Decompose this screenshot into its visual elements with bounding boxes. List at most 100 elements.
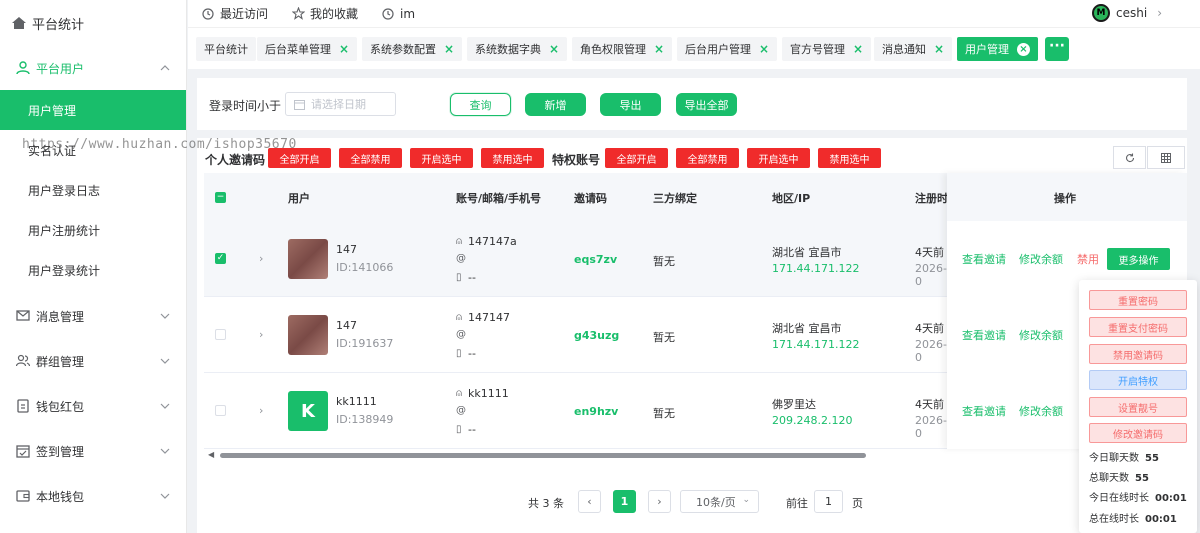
row-checkbox[interactable] [215, 405, 226, 416]
personal-enable-all-button[interactable]: 全部开启 [268, 148, 331, 168]
tab-admin-users[interactable]: 后台用户管理 × [677, 37, 778, 61]
close-icon[interactable]: × [853, 42, 863, 56]
table-row[interactable]: ✓ › 147 ID:141066 ⍝ 147147a @ ▯ -- eqs7zv … [204, 221, 948, 297]
invite-code[interactable]: en9hzv [574, 405, 618, 418]
reset-pay-password-button[interactable]: 重置支付密码 [1089, 317, 1187, 337]
expand-icon[interactable]: › [259, 328, 263, 341]
chevron-right-icon: › [1157, 6, 1162, 20]
privileged-account-label: 特权账号 [552, 153, 601, 167]
close-icon[interactable]: × [339, 42, 349, 56]
im-link[interactable]: im [382, 7, 415, 21]
privileged-disable-all-button[interactable]: 全部禁用 [676, 148, 739, 168]
edit-invite-button[interactable]: 修改邀请码 [1089, 423, 1187, 443]
personal-disable-selected-button[interactable]: 禁用选中 [481, 148, 544, 168]
scrollbar-thumb[interactable] [220, 453, 866, 458]
sidebar-group-local-wallet[interactable]: 本地钱包 [0, 474, 186, 518]
view-invite-link[interactable]: 查看邀请 [962, 251, 1006, 267]
export-all-button[interactable]: 导出全部 [676, 93, 737, 116]
close-icon[interactable]: × [654, 42, 664, 56]
columns-button[interactable] [1147, 146, 1185, 169]
account-value: 147147a [468, 235, 517, 248]
refresh-button[interactable] [1113, 146, 1146, 169]
calendar-icon [16, 444, 30, 458]
goto-page-input[interactable]: 1 [814, 490, 843, 513]
prev-page-button[interactable]: ‹ [578, 490, 601, 513]
sidebar-group-checkin[interactable]: 签到管理 [0, 429, 186, 473]
row-checkbox[interactable]: ✓ [215, 253, 226, 264]
view-invite-link[interactable]: 查看邀请 [962, 403, 1006, 419]
date-picker-input[interactable]: 请选择日期 [285, 92, 396, 116]
tab-platform-stats[interactable]: 平台统计 [196, 37, 256, 61]
reset-password-button[interactable]: 重置密码 [1089, 290, 1187, 310]
tab-system-params[interactable]: 系统参数配置 × [362, 37, 463, 61]
user-name: 147 [336, 243, 357, 256]
sidebar-item-login-stats[interactable]: 用户登录统计 [0, 250, 186, 290]
invite-code[interactable]: g43uzg [574, 329, 619, 342]
more-actions-button[interactable]: 更多操作 [1107, 248, 1170, 270]
sidebar-group-wallet[interactable]: 钱包红包 [0, 384, 186, 428]
user-name: 147 [336, 319, 357, 332]
edit-balance-link[interactable]: 修改余额 [1019, 327, 1063, 343]
tab-more-button[interactable]: ··· [1045, 37, 1069, 61]
invite-code[interactable]: eqs7zv [574, 253, 617, 266]
close-icon[interactable]: × [934, 42, 944, 56]
close-icon[interactable]: × [759, 42, 769, 56]
sidebar-item-label: 用户注册统计 [28, 223, 101, 238]
sidebar-item-user-management[interactable]: 用户管理 [0, 90, 186, 130]
stat-label: 今日聊天数 [1089, 453, 1139, 464]
disable-invite-button[interactable]: 禁用邀请码 [1089, 344, 1187, 364]
row-checkbox[interactable] [215, 329, 226, 340]
stat-value: 55 [1135, 473, 1149, 484]
set-pretty-id-button[interactable]: 设置靓号 [1089, 397, 1187, 417]
export-button[interactable]: 导出 [600, 93, 661, 116]
enable-privilege-button[interactable]: 开启特权 [1089, 370, 1187, 390]
tab-label: 官方号管理 [790, 43, 845, 56]
horizontal-scrollbar[interactable]: ◀ [206, 450, 948, 460]
sidebar-item-register-stats[interactable]: 用户注册统计 [0, 210, 186, 250]
tab-data-dictionary[interactable]: 系统数据字典 × [467, 37, 568, 61]
sidebar-item-login-log[interactable]: 用户登录日志 [0, 170, 186, 210]
sidebar-group-platform-users[interactable]: 平台用户 [0, 46, 186, 90]
sidebar-group-messages[interactable]: 消息管理 [0, 294, 186, 338]
user-id: ID:141066 [336, 261, 394, 274]
table-row[interactable]: › 147 ID:191637 ⍝ 147147 @ ▯ -- g43uzg 暂无 … [204, 297, 948, 373]
personal-enable-selected-button[interactable]: 开启选中 [410, 148, 473, 168]
favorites-link[interactable]: 我的收藏 [292, 5, 358, 22]
privileged-disable-selected-button[interactable]: 禁用选中 [818, 148, 881, 168]
user-id: ID:138949 [336, 413, 394, 426]
edit-balance-link[interactable]: 修改余额 [1019, 251, 1063, 267]
page-1-button[interactable]: 1 [613, 490, 636, 513]
personal-disable-all-button[interactable]: 全部禁用 [339, 148, 402, 168]
sidebar-group-label: 钱包红包 [36, 399, 85, 414]
privileged-enable-all-button[interactable]: 全部开启 [605, 148, 668, 168]
tab-menu-management[interactable]: 后台菜单管理 × [257, 37, 358, 61]
total-online-stat: 总在线时长 00:01 [1089, 510, 1177, 525]
table-row[interactable]: › K kk1111 ID:138949 ⍝ kk1111 @ ▯ -- en9hz… [204, 373, 948, 449]
page-size-select[interactable]: 10条/页 ⌄ [680, 490, 759, 513]
scroll-left-icon[interactable]: ◀ [208, 450, 214, 459]
recent-visits-link[interactable]: 最近访问 [202, 5, 268, 22]
edit-balance-link[interactable]: 修改余额 [1019, 403, 1063, 419]
select-all-checkbox[interactable]: − [215, 192, 226, 203]
chevron-down-icon [160, 446, 170, 456]
disable-link[interactable]: 禁用 [1077, 251, 1099, 267]
privileged-enable-selected-button[interactable]: 开启选中 [747, 148, 810, 168]
tab-user-management[interactable]: 用户管理 × [957, 37, 1038, 61]
sidebar-brand[interactable]: 平台统计 [0, 0, 186, 46]
tab-role-permissions[interactable]: 角色权限管理 × [572, 37, 673, 61]
query-button[interactable]: 查询 [450, 93, 511, 116]
user-menu[interactable]: M ceshi › [1092, 4, 1162, 22]
expand-icon[interactable]: › [259, 404, 263, 417]
add-button[interactable]: 新增 [525, 93, 586, 116]
col-register: 注册时 [915, 192, 948, 205]
close-icon[interactable]: × [549, 42, 559, 56]
tab-notifications[interactable]: 消息通知 × [874, 37, 953, 61]
next-page-button[interactable]: › [648, 490, 671, 513]
view-invite-link[interactable]: 查看邀请 [962, 327, 1006, 343]
close-icon[interactable]: × [1017, 42, 1030, 56]
sidebar-item-real-name[interactable]: 实名认证 [0, 130, 186, 170]
tab-official-accounts[interactable]: 官方号管理 × [782, 37, 872, 61]
sidebar-group-groups[interactable]: 群组管理 [0, 339, 186, 383]
close-icon[interactable]: × [444, 42, 454, 56]
expand-icon[interactable]: › [259, 252, 263, 265]
